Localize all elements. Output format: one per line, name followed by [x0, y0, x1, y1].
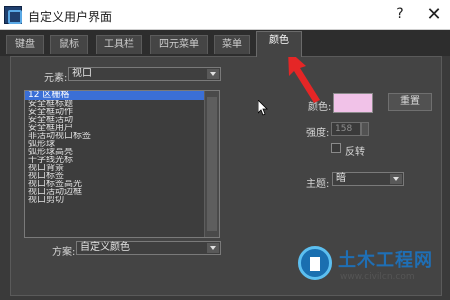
element-label: 元素: [44, 73, 68, 84]
theme-dropdown-value: 暗 [336, 173, 346, 184]
list-item[interactable]: 安全框用户 [25, 124, 219, 132]
watermark-url: www.civilcn.com [340, 272, 415, 282]
scrollbar-thumb[interactable] [207, 97, 217, 231]
chevron-down-icon [390, 174, 402, 184]
intensity-spinner[interactable]: 158 [331, 122, 361, 136]
list-item[interactable]: 安全框活动 [25, 116, 219, 124]
ui-element-list[interactable]: 12 区栅格 安全框标题 安全框动作 安全框活动 安全框用户 非活动视口标签 弧形球 弧形球高… [24, 90, 220, 238]
list-item[interactable]: 非活动视口标签 [25, 132, 219, 140]
element-dropdown-value: 视口 [72, 68, 92, 79]
list-item[interactable]: 十字线光标 [25, 156, 219, 164]
invert-label: 反转 [345, 147, 365, 158]
window-title: 自定义用户界面 [28, 10, 113, 24]
list-item[interactable]: 视口标签高光 [25, 180, 219, 188]
help-button[interactable]: ? [392, 6, 408, 24]
reset-button[interactable]: 重置 [388, 93, 432, 111]
element-dropdown[interactable]: 视口 [68, 67, 221, 81]
tab-quad-menus[interactable]: 四元菜单 [150, 35, 208, 54]
watermark-brand: 土木工程网 [338, 250, 433, 271]
close-button[interactable]: ✕ [424, 4, 444, 26]
scheme-dropdown[interactable]: 自定义颜色 [76, 241, 221, 255]
watermark-logo-icon [298, 246, 332, 280]
list-item[interactable]: 视口标签 [25, 172, 219, 180]
list-item[interactable]: 视口活动边框 [25, 188, 219, 196]
list-item[interactable]: 弧形球高亮 [25, 148, 219, 156]
watermark: 土木工程网 www.civilcn.com [284, 232, 450, 298]
theme-dropdown[interactable]: 暗 [332, 172, 404, 186]
list-item[interactable]: 视口剪切 [25, 196, 219, 204]
tab-mouse[interactable]: 鼠标 [50, 35, 88, 54]
window-titlebar: 自定义用户界面 ? ✕ [0, 0, 450, 30]
list-item[interactable]: 安全框标题 [25, 100, 219, 108]
intensity-label: 强度: [306, 128, 330, 139]
mouse-cursor-icon [258, 100, 268, 116]
tab-menus[interactable]: 菜单 [214, 35, 250, 54]
app-logo-icon [4, 6, 22, 24]
list-scrollbar[interactable] [204, 91, 219, 237]
list-item[interactable]: 弧形球 [25, 140, 219, 148]
tab-keyboard[interactable]: 键盘 [6, 35, 44, 54]
theme-label: 主题: [306, 179, 330, 190]
invert-checkbox[interactable] [331, 143, 341, 153]
spinner-arrows-icon[interactable] [361, 122, 369, 136]
scheme-label: 方案: [52, 247, 76, 258]
chevron-down-icon [207, 69, 219, 79]
list-item[interactable]: 安全框动作 [25, 108, 219, 116]
list-item[interactable]: 视口背景 [25, 164, 219, 172]
scheme-dropdown-value: 自定义颜色 [80, 242, 130, 253]
chevron-down-icon [207, 243, 219, 253]
color-swatch[interactable] [333, 93, 373, 113]
list-item[interactable]: 12 区栅格 [25, 91, 219, 100]
tab-colors[interactable]: 颜色 [256, 31, 302, 57]
tab-toolbars[interactable]: 工具栏 [96, 35, 142, 54]
